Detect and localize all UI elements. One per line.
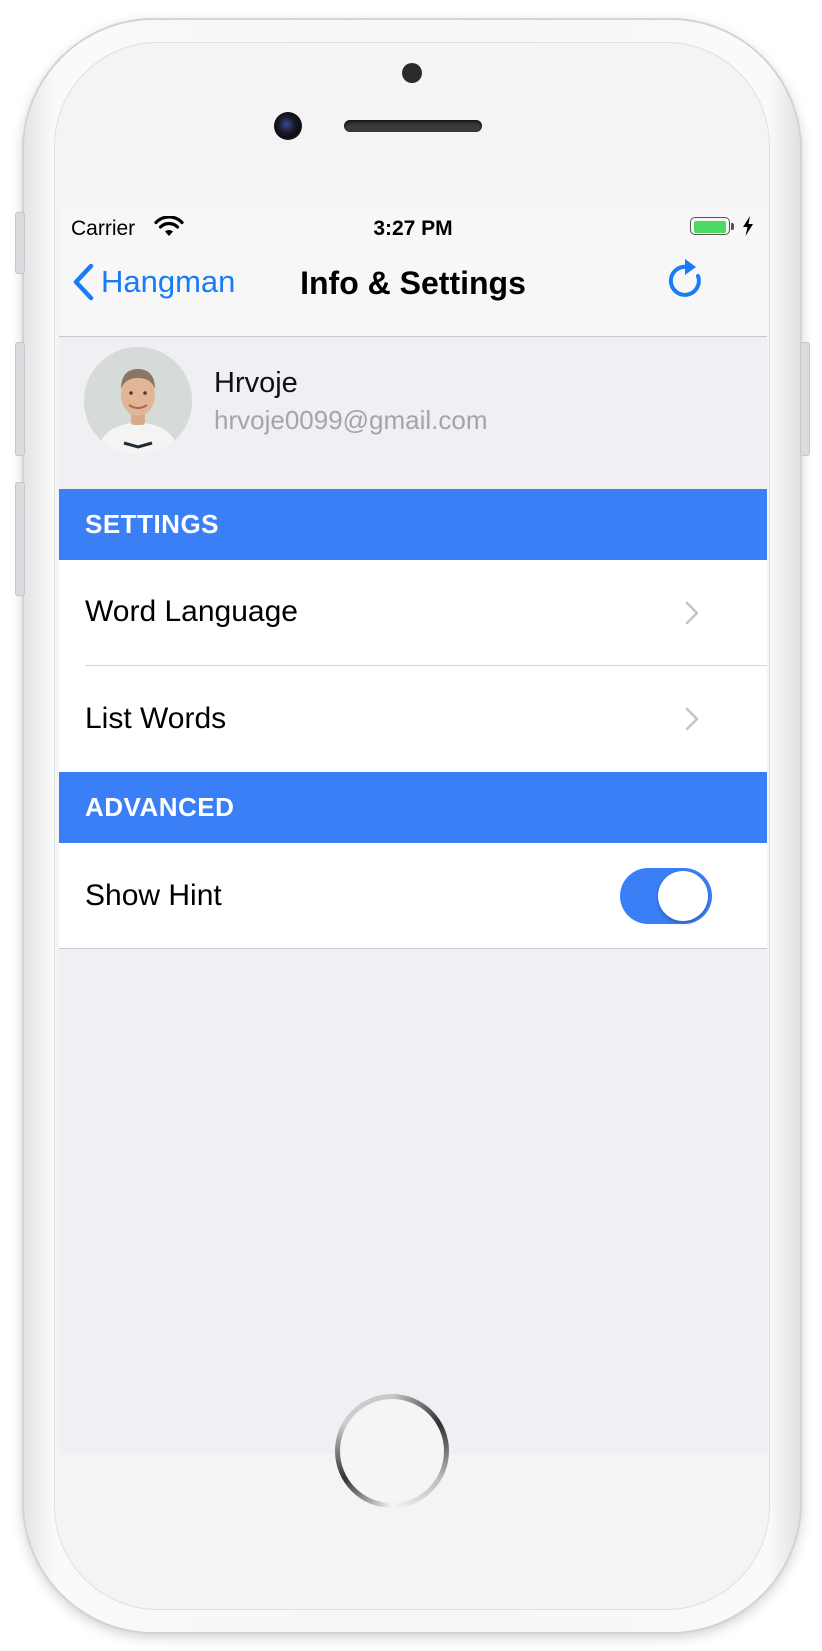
- volume-down-button: [15, 482, 25, 596]
- battery-fill: [694, 221, 726, 233]
- chevron-right-icon: [685, 707, 699, 731]
- app-screen: Carrier 3:27 PM Hangman Info & Settings: [59, 208, 767, 1454]
- advanced-section-header: ADVANCED: [59, 772, 767, 843]
- earpiece-speaker: [344, 120, 482, 132]
- profile-email: hrvoje0099@gmail.com: [214, 405, 488, 435]
- volume-up-button: [15, 342, 25, 456]
- page-title: Info & Settings: [300, 265, 526, 301]
- advanced-section-title: ADVANCED: [85, 792, 235, 822]
- list-words-row[interactable]: List Words: [59, 666, 767, 772]
- proximity-sensor: [402, 63, 422, 83]
- status-bar: Carrier 3:27 PM: [59, 208, 767, 248]
- refresh-icon[interactable]: [663, 258, 709, 304]
- front-camera-icon: [274, 112, 302, 140]
- section-bottom-border: [59, 948, 767, 949]
- toggle-knob: [658, 871, 708, 921]
- navigation-bar: Hangman Info & Settings: [59, 248, 767, 337]
- home-button[interactable]: [335, 1394, 449, 1508]
- silent-switch: [15, 212, 25, 274]
- profile-header: Hrvoje hrvoje0099@gmail.com: [59, 337, 767, 489]
- charging-bolt-icon: [743, 216, 753, 236]
- status-time: 3:27 PM: [373, 217, 453, 240]
- power-button: [800, 342, 810, 456]
- settings-section-title: SETTINGS: [85, 509, 220, 539]
- list-words-label: List Words: [85, 702, 227, 735]
- avatar: [84, 347, 192, 455]
- show-hint-toggle[interactable]: [620, 868, 712, 924]
- settings-section-header: SETTINGS: [59, 489, 767, 560]
- show-hint-label: Show Hint: [85, 879, 222, 912]
- show-hint-row: Show Hint: [59, 843, 767, 949]
- word-language-label: Word Language: [85, 595, 298, 628]
- avatar-photo: [84, 347, 192, 455]
- battery-icon: [690, 217, 734, 237]
- profile-name: Hrvoje: [214, 367, 298, 399]
- chevron-right-icon: [685, 601, 699, 625]
- word-language-row[interactable]: Word Language: [59, 560, 767, 666]
